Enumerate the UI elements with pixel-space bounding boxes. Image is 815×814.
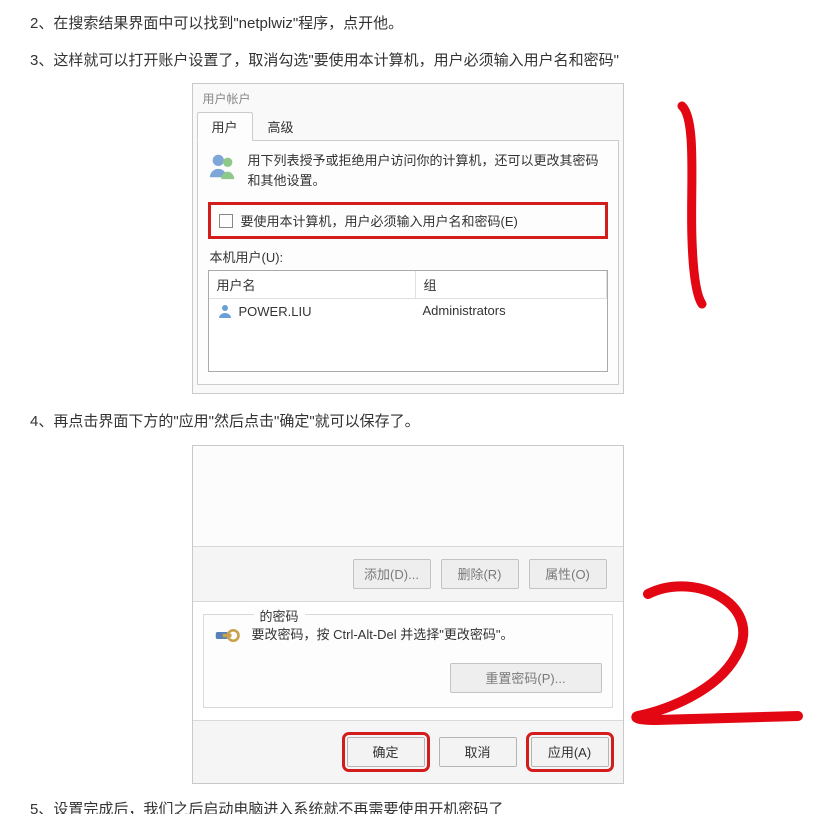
step-4-text: 4、再点击界面下方的"应用"然后点击"确定"就可以保存了。 bbox=[30, 408, 809, 437]
step-3-text: 3、这样就可以打开账户设置了，取消勾选"要使用本计算机，用户必须输入用户名和密码… bbox=[30, 47, 809, 76]
cell-username: POWER.LIU bbox=[239, 304, 312, 319]
annotation-doodle-1 bbox=[652, 100, 742, 310]
step-2-text: 2、在搜索结果界面中可以找到"netplwiz"程序，点开他。 bbox=[30, 10, 809, 39]
checkbox-label: 要使用本计算机，用户必须输入用户名和密码(E) bbox=[241, 211, 518, 230]
dialog-description: 用下列表授予或拒绝用户访问你的计算机，还可以更改其密码和其他设置。 bbox=[248, 151, 608, 190]
list-header: 用户名 组 bbox=[209, 271, 607, 299]
cell-group: Administrators bbox=[415, 299, 607, 323]
local-users-label: 本机用户(U): bbox=[210, 247, 606, 266]
password-instruction: 要改密码，按 Ctrl-Alt-Del 并选择"更改密码"。 bbox=[252, 625, 514, 645]
tab-page-users: 用下列表授予或拒绝用户访问你的计算机，还可以更改其密码和其他设置。 要使用本计算… bbox=[197, 141, 619, 385]
user-row-icon bbox=[217, 303, 233, 319]
add-button[interactable]: 添加(D)... bbox=[353, 559, 431, 589]
cancel-button[interactable]: 取消 bbox=[439, 737, 517, 767]
tab-users[interactable]: 用户 bbox=[197, 112, 253, 141]
step-5-text-cutoff: 5、设置完成后，我们之后启动电脑进入系统就不再需要使用开机密码了 bbox=[30, 798, 809, 814]
user-accounts-dialog: 用户帐户 用户 高级 用下列表授予或拒绝用户访问你的计算机，还可以更改其密码和其… bbox=[192, 83, 624, 394]
ok-button[interactable]: 确定 bbox=[347, 737, 425, 767]
reset-password-button[interactable]: 重置密码(P)... bbox=[450, 663, 602, 693]
col-group[interactable]: 组 bbox=[416, 271, 607, 299]
users-listview[interactable]: 用户名 组 POWER.LIU Administrators bbox=[208, 270, 608, 372]
key-icon bbox=[214, 625, 242, 649]
dialog-footer: 确定 取消 应用(A) bbox=[193, 720, 623, 783]
tab-advanced[interactable]: 高级 bbox=[253, 112, 309, 141]
table-row[interactable]: POWER.LIU Administrators bbox=[209, 299, 607, 323]
dialog-title: 用户帐户 bbox=[193, 84, 623, 111]
dialog-upper-blank bbox=[193, 446, 623, 547]
list-buttons-row: 添加(D)... 删除(R) 属性(O) bbox=[193, 547, 623, 602]
checkbox-icon[interactable] bbox=[219, 214, 233, 228]
password-group: 的密码 要改密码，按 Ctrl-Alt-Del 并选择"更改密码"。 重置密码(… bbox=[203, 614, 613, 708]
remove-button[interactable]: 删除(R) bbox=[441, 559, 519, 589]
annotation-doodle-2 bbox=[626, 576, 806, 746]
password-group-legend: 的密码 bbox=[254, 606, 305, 625]
user-accounts-footer-dialog: 添加(D)... 删除(R) 属性(O) 的密码 要改密码，按 Ctrl-Alt… bbox=[192, 445, 624, 784]
properties-button[interactable]: 属性(O) bbox=[529, 559, 607, 589]
require-password-checkbox-row[interactable]: 要使用本计算机，用户必须输入用户名和密码(E) bbox=[208, 202, 608, 239]
col-username[interactable]: 用户名 bbox=[209, 271, 416, 299]
apply-button[interactable]: 应用(A) bbox=[531, 737, 609, 767]
users-icon bbox=[208, 151, 238, 181]
tabstrip: 用户 高级 bbox=[197, 111, 619, 141]
